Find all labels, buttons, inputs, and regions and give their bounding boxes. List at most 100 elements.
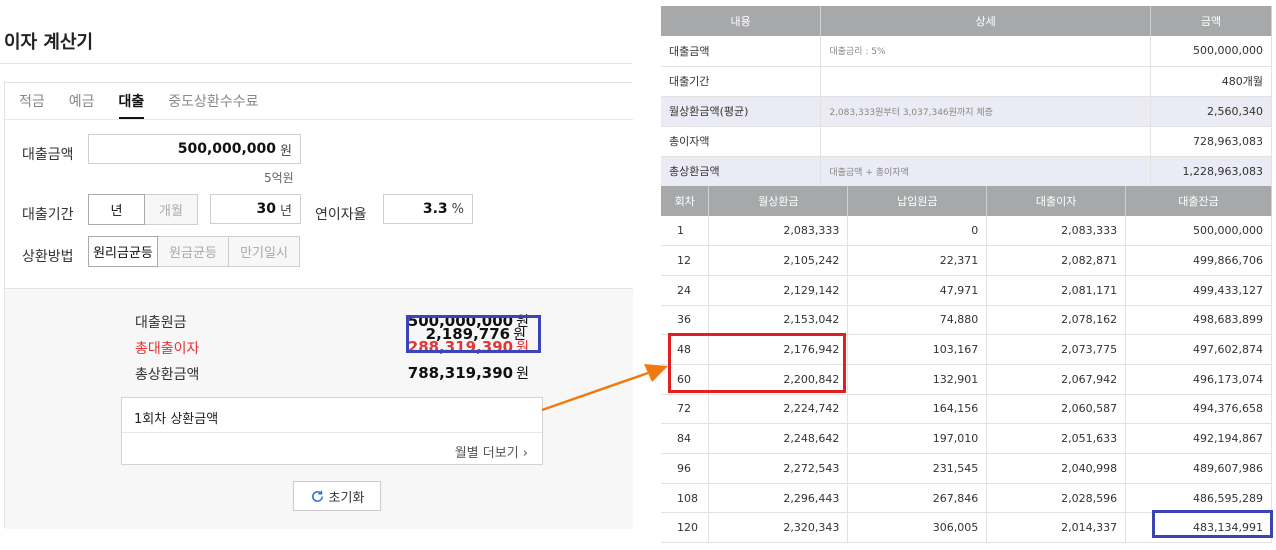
schedule-row: 12 2,105,242 22,371 2,082,871 499,866,706 <box>661 245 1272 276</box>
period-unit-month[interactable]: 개월 <box>145 194 198 225</box>
loan-amount-unit: 원 <box>280 143 292 159</box>
schedule-cell-round: 120 <box>661 512 710 544</box>
repayment-method-label: 상환방법 <box>22 249 74 265</box>
schedule-cell-balance: 494,376,658 <box>1125 394 1272 425</box>
summary-detail: 대출금액 + 총이자액 <box>820 156 1152 187</box>
schedule-cell-monthly: 2,272,543 <box>708 453 849 484</box>
repayment-equal-principal[interactable]: 원금균등 <box>158 236 229 267</box>
schedule-cell-monthly: 2,129,142 <box>708 275 849 306</box>
schedule-cell-round: 12 <box>661 245 710 276</box>
schedule-header-round: 회차 <box>661 186 710 216</box>
period-unit-year[interactable]: 년 <box>88 194 145 225</box>
summary-row: 대출금액 대출금리 : 5% 500,000,000 <box>661 36 1272 67</box>
first-payment-divider <box>122 432 542 433</box>
orange-arrow <box>541 364 668 412</box>
schedule-cell-interest: 2,014,337 <box>986 512 1127 544</box>
repayment-equal-installment[interactable]: 원리금균등 <box>88 236 158 267</box>
schedule-cell-interest: 2,051,633 <box>986 423 1127 454</box>
schedule-cell-balance: 498,683,899 <box>1125 305 1272 336</box>
schedule-row: 36 2,153,042 74,880 2,078,162 498,683,899 <box>661 305 1272 336</box>
loan-period-value: 30 <box>256 201 277 217</box>
schedule-cell-principal: 47,971 <box>847 275 988 306</box>
summary-label: 대출금액 <box>661 36 822 67</box>
total-repay-value: 788,319,390 <box>407 364 514 382</box>
summary-header-item: 내용 <box>661 6 822 36</box>
schedule-cell-principal: 103,167 <box>847 334 988 365</box>
summary-detail: 2,083,333원부터 3,037,346원까지 체증 <box>820 96 1152 127</box>
schedule-cell-principal: 231,545 <box>847 453 988 484</box>
monthly-more-link[interactable]: 월별 더보기 › <box>455 442 528 461</box>
first-payment-unit: 원 <box>513 327 526 343</box>
tab-prepayment-fee[interactable]: 중도상환수수료 <box>168 91 258 119</box>
first-payment-label: 1회차 상환금액 <box>134 412 219 427</box>
interest-rate-value: 3.3 <box>422 201 448 217</box>
summary-row: 대출기간 480개월 <box>661 66 1272 97</box>
schedule-cell-interest: 2,073,775 <box>986 334 1127 365</box>
reset-button[interactable]: 초기화 <box>293 481 381 511</box>
schedule-cell-balance: 496,173,074 <box>1125 364 1272 395</box>
schedule-cell-principal: 22,371 <box>847 245 988 276</box>
schedule-cell-monthly: 2,153,042 <box>708 305 849 336</box>
schedule-cell-interest: 2,040,998 <box>986 453 1127 484</box>
summary-header-amount: 금액 <box>1150 6 1272 36</box>
loan-period-input[interactable]: 30 년 <box>210 194 301 224</box>
calculator-panel: 적금 예금 대출 중도상환수수료 대출금액 500,000,000 원 5억원 … <box>4 82 633 529</box>
schedule-cell-interest: 2,060,587 <box>986 394 1127 425</box>
repayment-method-selector: 원리금균등 원금균등 만기일시 <box>88 236 300 267</box>
schedule-cell-balance: 486,595,289 <box>1125 483 1272 514</box>
balance-highlight-box <box>1152 510 1273 538</box>
summary-detail: 대출금리 : 5% <box>820 36 1152 67</box>
screenshot-root: 이자 계산기 적금 예금 대출 중도상환수수료 대출금액 500,000,000… <box>0 0 1276 550</box>
tab-loan[interactable]: 대출 <box>118 91 145 119</box>
schedule-header-balance: 대출잔금 <box>1125 186 1272 216</box>
schedule-cell-balance: 489,607,986 <box>1125 453 1272 484</box>
schedule-cell-balance: 500,000,000 <box>1125 216 1272 247</box>
schedule-cell-principal: 74,880 <box>847 305 988 336</box>
summary-label: 대출기간 <box>661 66 822 97</box>
schedule-cell-monthly: 2,105,242 <box>708 245 849 276</box>
tab-installment-savings[interactable]: 적금 <box>19 91 45 119</box>
schedule-row: 72 2,224,742 164,156 2,060,587 494,376,658 <box>661 394 1272 425</box>
schedule-cell-principal: 164,156 <box>847 394 988 425</box>
red-highlight-box <box>668 333 846 393</box>
schedule-cell-round: 24 <box>661 275 710 306</box>
summary-amount: 2,560,340 <box>1150 96 1272 127</box>
total-repay-unit: 원 <box>516 366 529 382</box>
first-payment-value: 2,189,776 <box>425 325 511 343</box>
schedule-cell-round: 96 <box>661 453 710 484</box>
summary-label: 총이자액 <box>661 126 822 157</box>
loan-amount-label: 대출금액 <box>22 147 74 163</box>
tab-deposit[interactable]: 예금 <box>69 91 95 119</box>
title-divider <box>0 63 632 64</box>
schedule-cell-principal: 132,901 <box>847 364 988 395</box>
summary-amount: 480개월 <box>1150 66 1272 97</box>
total-repay-value-wrap: 788,319,390 원 <box>408 363 529 383</box>
schedule-cell-round: 108 <box>661 483 710 514</box>
loan-amount-input[interactable]: 500,000,000 원 <box>88 134 301 164</box>
summary-row: 총상환금액 대출금액 + 총이자액 1,228,963,083 <box>661 156 1272 187</box>
loan-period-label: 대출기간 <box>22 207 74 223</box>
total-interest-label: 총대출이자 <box>135 341 200 357</box>
schedule-row: 96 2,272,543 231,545 2,040,998 489,607,986 <box>661 453 1272 484</box>
repayment-bullet[interactable]: 만기일시 <box>229 236 300 267</box>
first-payment-value-wrap: 2,189,776 원 <box>426 324 526 344</box>
schedule-header-row: 회차 월상환금 납입원금 대출이자 대출잔금 <box>661 186 1272 216</box>
schedule-cell-interest: 2,028,596 <box>986 483 1127 514</box>
schedule-header-interest: 대출이자 <box>986 186 1127 216</box>
schedule-cell-principal: 267,846 <box>847 483 988 514</box>
summary-amount: 728,963,083 <box>1150 126 1272 157</box>
schedule-cell-round: 84 <box>661 423 710 454</box>
page-title: 이자 계산기 <box>4 32 94 53</box>
interest-rate-input[interactable]: 3.3 % <box>383 194 473 224</box>
first-payment-highlight: 2,189,776 원 <box>406 315 541 353</box>
summary-header-row: 내용 상세 금액 <box>661 6 1272 36</box>
summary-row: 월상환금액(평균) 2,083,333원부터 3,037,346원까지 체증 2… <box>661 96 1272 127</box>
principal-label: 대출원금 <box>135 315 187 331</box>
summary-label: 총상환금액 <box>661 156 822 187</box>
schedule-cell-balance: 499,866,706 <box>1125 245 1272 276</box>
schedule-cell-interest: 2,067,942 <box>986 364 1127 395</box>
schedule-row: 84 2,248,642 197,010 2,051,633 492,194,867 <box>661 423 1272 454</box>
schedule-header-monthly: 월상환금 <box>708 186 849 216</box>
loan-amount-hint: 5억원 <box>264 171 294 185</box>
loan-period-unit: 년 <box>280 203 292 219</box>
